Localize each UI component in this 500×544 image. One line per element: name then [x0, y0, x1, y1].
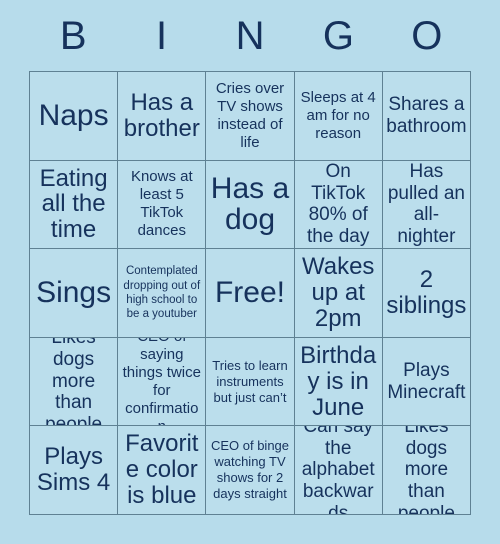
bingo-cell-label: Has a dog — [210, 171, 290, 237]
bingo-cell-r2c3[interactable]: Has a dog — [206, 160, 295, 250]
bingo-cell-label: Favorite color is blue — [125, 430, 199, 510]
bingo-cell-r1c4[interactable]: Sleeps at 4 am for no reason — [294, 72, 383, 161]
bingo-cell-label: CEO of saying things twice for confirmat… — [122, 338, 201, 427]
bingo-cell-r5c1[interactable]: Plays Sims 4 — [30, 426, 119, 515]
bingo-cell-r1c1[interactable]: Naps — [30, 72, 119, 161]
bingo-cell-r4c5[interactable]: Plays Minecraft — [382, 337, 471, 427]
bingo-cell-r3c1[interactable]: Sings — [30, 249, 119, 338]
header-letter-n: N — [235, 13, 265, 58]
bingo-cell-r3c4[interactable]: Wakes up at 2pm — [294, 249, 383, 338]
bingo-cell-label: Eating all the time — [39, 164, 108, 244]
bingo-cell-r5c4[interactable]: Can say the alphabet backwards — [294, 426, 383, 515]
bingo-cell-free-space[interactable]: Free! — [206, 249, 295, 338]
bingo-cell-r4c2[interactable]: CEO of saying things twice for confirmat… — [118, 337, 207, 427]
bingo-cell-label: Sleeps at 4 am for no reason — [300, 88, 376, 142]
bingo-cell-r2c2[interactable]: Knows at least 5 TikTok dances — [118, 160, 207, 250]
bingo-cell-r4c3[interactable]: Tries to learn instruments but just can’… — [206, 337, 295, 427]
header-letter-i: I — [156, 13, 168, 58]
bingo-cell-r2c1[interactable]: Eating all the time — [30, 160, 119, 250]
bingo-cell-label: Likes dogs more than people — [45, 337, 103, 427]
bingo-header: B I N G O — [29, 0, 471, 71]
bingo-cell-r2c4[interactable]: On TikTok 80% of the day — [294, 160, 383, 250]
header-letter-g: G — [322, 13, 354, 58]
bingo-cell-label: 2 siblings — [386, 266, 467, 319]
bingo-cell-label: Contemplated dropping out of high school… — [123, 265, 201, 321]
bingo-cell-r3c2[interactable]: Contemplated dropping out of high school… — [118, 249, 207, 338]
bingo-cell-label: Naps — [38, 98, 109, 132]
bingo-cell-label: Has pulled an all-nighter — [387, 161, 465, 248]
bingo-cell-r5c5[interactable]: Likes dogs more than people — [382, 426, 471, 515]
bingo-cell-r3c5[interactable]: 2 siblings — [382, 249, 471, 338]
bingo-cell-label: Has a brother — [123, 88, 200, 142]
bingo-cell-label: CEO of binge watching TV shows for 2 day… — [210, 438, 290, 502]
bingo-cell-r1c3[interactable]: Cries over TV shows instead of life — [206, 72, 295, 161]
bingo-cell-label: Knows at least 5 TikTok dances — [130, 168, 193, 240]
bingo-cell-label: Tries to learn instruments but just can’… — [212, 357, 288, 405]
bingo-card: B I N G O Naps Has a brother Cries over … — [0, 0, 500, 544]
bingo-cell-r1c2[interactable]: Has a brother — [118, 72, 207, 161]
bingo-cell-label: Can say the alphabet backwards — [301, 426, 375, 515]
bingo-cell-r2c5[interactable]: Has pulled an all-nighter — [382, 160, 471, 250]
bingo-cell-label: Sings — [36, 276, 112, 310]
bingo-cell-label: On TikTok 80% of the day — [307, 161, 370, 248]
header-letter-o: O — [411, 13, 443, 58]
bingo-cell-r4c1[interactable]: Likes dogs more than people — [30, 337, 119, 427]
bingo-cell-label: Shares a bathroom — [386, 94, 467, 137]
bingo-cell-label: Likes dogs more than people — [397, 426, 455, 515]
bingo-cell-r4c4[interactable]: Birthday is in June — [294, 337, 383, 427]
bingo-cell-label: Birthday is in June — [300, 341, 377, 421]
bingo-cell-r1c5[interactable]: Shares a bathroom — [382, 72, 471, 161]
bingo-cell-label: Wakes up at 2pm — [301, 253, 375, 332]
bingo-cell-r5c2[interactable]: Favorite color is blue — [118, 426, 207, 515]
header-letter-b: B — [59, 13, 87, 58]
bingo-cell-label: Plays Minecraft — [387, 359, 466, 403]
bingo-cell-label: Cries over TV shows instead of life — [215, 79, 285, 151]
bingo-cell-r5c3[interactable]: CEO of binge watching TV shows for 2 day… — [206, 426, 295, 515]
bingo-grid: Naps Has a brother Cries over TV shows i… — [29, 71, 471, 515]
free-space-label: Free! — [214, 276, 285, 310]
bingo-cell-label: Plays Sims 4 — [36, 443, 111, 497]
